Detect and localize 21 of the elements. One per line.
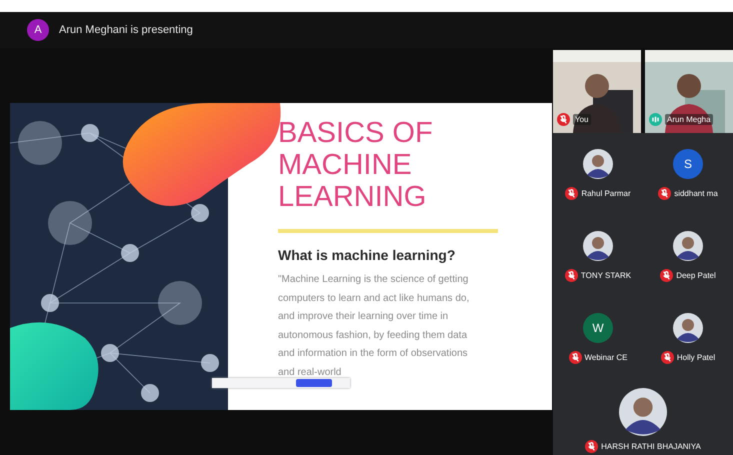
- participant-name: HARSH RATHI BHAJANIYA: [601, 442, 701, 450]
- slide-body-text: "Machine Learning is the science of getting computers to learn and act like humans do, and improve their learning over time in autonomous fashion, by feeding them data and information in the form of observations and real-world: [278, 273, 470, 380]
- participant-name: Deep Patel: [676, 270, 716, 280]
- participant-name: Arun Megha: [665, 114, 713, 125]
- participant-name: TONY STARK: [580, 270, 632, 280]
- participant-name: siddhant ma: [674, 188, 718, 198]
- slide-title: BASICS OF MACHINE LEARNING: [278, 117, 434, 213]
- action-button[interactable]: [296, 379, 332, 387]
- participant-avatar: S: [673, 148, 703, 178]
- slide-subtitle: What is machine learning?: [278, 247, 456, 263]
- presenting-label: Arun Meghani is presenting: [59, 24, 193, 36]
- avatar-icon: [583, 148, 613, 178]
- participant-name: Rahul Parmar: [581, 188, 631, 198]
- participant-name: Holly Patel: [676, 352, 716, 362]
- avatar-icon: [583, 230, 613, 260]
- avatar-icon: [619, 388, 667, 436]
- participant-name: Webinar CE: [584, 352, 628, 362]
- avatar-icon: [673, 312, 703, 342]
- avatar-icon: [673, 230, 703, 260]
- presenter-avatar: A: [27, 19, 49, 41]
- participant-avatar: W: [583, 312, 613, 342]
